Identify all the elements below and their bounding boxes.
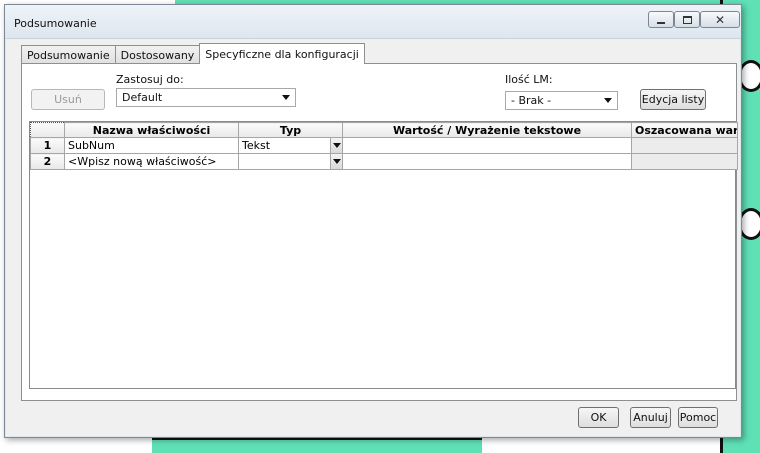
bom-quantity-value: - Brak - (511, 94, 552, 107)
minimize-icon (657, 21, 665, 24)
tab-panel: Usuń Zastosuj do: Default Ilość LM: - Br… (21, 63, 738, 401)
tab-custom[interactable]: Dostosowany (114, 45, 201, 64)
evaluated-value-cell (631, 137, 738, 154)
chevron-down-icon (604, 98, 612, 103)
ok-button[interactable]: OK (578, 407, 619, 428)
apply-to-label: Zastosuj do: (116, 73, 184, 86)
title-bar[interactable]: Podsumowanie ✕ (5, 5, 741, 39)
type-value: Tekst (242, 139, 271, 152)
column-header-type[interactable]: Typ (238, 122, 343, 138)
minimize-button[interactable] (648, 11, 674, 28)
row-number[interactable]: 2 (30, 153, 65, 170)
evaluated-value-cell (631, 153, 738, 170)
column-header-evaluated-value[interactable]: Oszacowana wartość (631, 122, 738, 138)
cancel-button[interactable]: Anuluj (630, 407, 671, 428)
close-icon: ✕ (714, 12, 726, 27)
window-title: Podsumowanie (14, 17, 97, 30)
apply-to-value: Default (122, 91, 163, 104)
background-app-shape-bottom (152, 437, 482, 453)
maximize-icon (682, 15, 692, 24)
tab-configuration-specific[interactable]: Specyficzne dla konfiguracji (199, 43, 365, 64)
column-header-value[interactable]: Wartość / Wyrażenie tekstowe (342, 122, 632, 138)
row-number[interactable]: 1 (30, 137, 65, 154)
bom-quantity-label: Ilość LM: (505, 73, 553, 86)
bom-quantity-dropdown[interactable]: - Brak - (505, 91, 618, 110)
chevron-down-icon[interactable] (330, 154, 342, 169)
help-button[interactable]: Pomoc (678, 407, 718, 428)
close-button[interactable]: ✕ (700, 11, 740, 28)
tab-summary[interactable]: Podsumowanie (21, 45, 116, 64)
type-cell[interactable] (238, 153, 343, 170)
value-cell[interactable] (342, 153, 632, 170)
properties-grid: Nazwa właściwości Typ Wartość / Wyrażeni… (29, 121, 738, 389)
grid-corner-cell[interactable] (30, 122, 65, 138)
summary-dialog: Podsumowanie ✕ Podsumowanie Dostosowany … (4, 4, 742, 438)
value-cell[interactable] (342, 137, 632, 154)
table-header-row: Nazwa właściwości Typ Wartość / Wyrażeni… (30, 122, 738, 138)
edit-list-button[interactable]: Edycja listy (640, 89, 706, 110)
tab-strip: Podsumowanie Dostosowany Specyficzne dla… (21, 43, 365, 64)
chevron-down-icon (282, 95, 290, 100)
column-header-property-name[interactable]: Nazwa właściwości (64, 122, 239, 138)
property-name-cell[interactable]: SubNum (64, 137, 239, 154)
chevron-down-icon[interactable] (330, 138, 342, 153)
property-name-cell[interactable]: <Wpisz nową właściwość> (64, 153, 239, 170)
table-row: 1 SubNum Tekst (30, 137, 738, 154)
table-row: 2 <Wpisz nową właściwość> (30, 153, 738, 170)
apply-to-dropdown[interactable]: Default (116, 88, 296, 107)
properties-table: Nazwa właściwości Typ Wartość / Wyrażeni… (30, 122, 738, 170)
maximize-button[interactable] (674, 11, 700, 28)
delete-button[interactable]: Usuń (31, 89, 105, 110)
type-cell[interactable]: Tekst (238, 137, 343, 154)
